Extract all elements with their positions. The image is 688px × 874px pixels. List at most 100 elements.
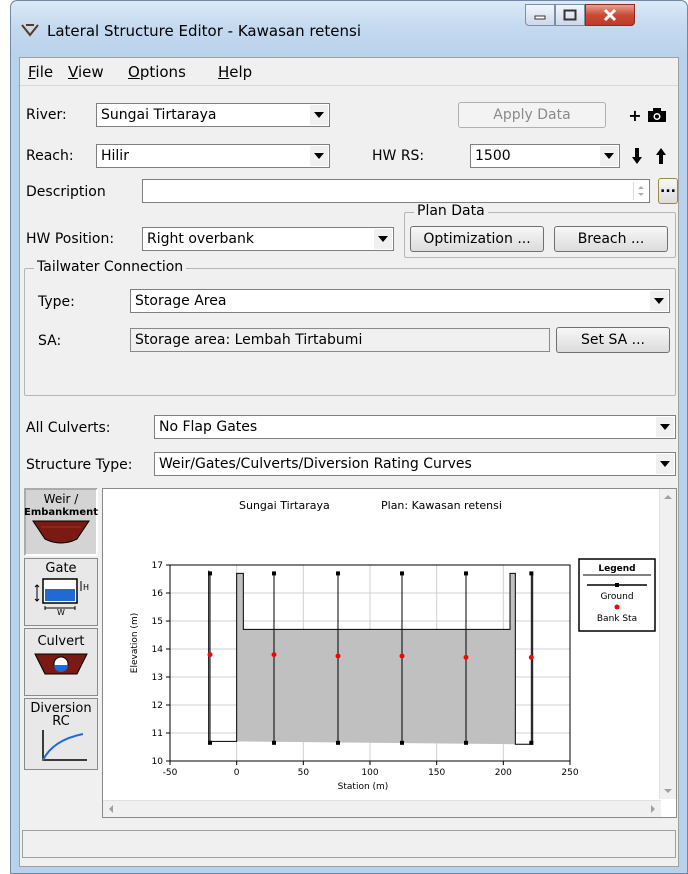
y-tick-label: 11 <box>152 729 163 739</box>
bank-sta-point <box>399 653 405 659</box>
weir-tab-line2: Embankment <box>23 507 99 518</box>
camera-icon[interactable] <box>646 102 668 128</box>
chevron-down-icon[interactable] <box>656 417 674 437</box>
ground-point-bottom <box>529 740 534 745</box>
chevron-down-icon[interactable] <box>374 229 392 249</box>
ground-point-bottom <box>336 740 340 745</box>
ground-point-top <box>529 571 534 576</box>
reach-label: Reach: <box>26 148 74 164</box>
culvert-tab[interactable]: Culvert <box>24 628 98 696</box>
hw-rs-select-value: 1500 <box>475 148 511 164</box>
tailwater-type-select[interactable]: Storage Area <box>130 289 670 313</box>
legend-bank-sta-label: Bank Sta <box>597 614 637 624</box>
gate-tab[interactable]: Gate H W <box>24 558 98 626</box>
arrow-up-icon[interactable] <box>650 143 672 169</box>
window-title: Lateral Structure Editor - Kawasan reten… <box>47 22 362 40</box>
bank-sta-point <box>271 652 277 658</box>
structure-type-label: Structure Type: <box>26 457 133 473</box>
gate-tab-label: Gate <box>45 561 77 576</box>
hw-rs-select[interactable]: 1500 <box>470 144 620 168</box>
bank-sta-point <box>335 653 341 659</box>
chevron-down-icon[interactable] <box>310 105 328 125</box>
plot-vertical-scrollbar[interactable] <box>659 489 676 799</box>
app-icon <box>21 24 39 37</box>
sa-field: Storage area: Lembah Tirtabumi <box>130 328 550 352</box>
arrow-up-glyph <box>656 148 666 164</box>
ground-point-top <box>208 571 212 576</box>
bank-sta-point <box>207 652 213 658</box>
ground-point-bottom <box>272 740 276 745</box>
close-icon <box>603 8 617 22</box>
client-area: File View Options Help River: Sungai Tir… <box>19 57 679 867</box>
arrow-down-icon[interactable] <box>626 143 648 169</box>
plan-data-legend: Plan Data <box>414 203 488 219</box>
description-field[interactable] <box>142 179 650 203</box>
title-bar[interactable]: Lateral Structure Editor - Kawasan reten… <box>11 1 687 57</box>
diversion-rc-tab[interactable]: Diversion RC <box>24 698 98 770</box>
x-tick-label: 100 <box>361 768 378 778</box>
chevron-down-icon[interactable] <box>650 291 668 311</box>
x-tick-label: 50 <box>298 768 310 778</box>
structure-type-select[interactable]: Weir/Gates/Culverts/Diversion Rating Cur… <box>154 452 676 476</box>
scroll-up-icon[interactable] <box>660 489 676 505</box>
diversion-tab-line2: RC <box>52 714 70 729</box>
plot-horizontal-scrollbar[interactable] <box>103 800 661 817</box>
description-spin[interactable] <box>633 182 647 200</box>
ground-point-top <box>336 571 340 576</box>
chart-legend: Legend Ground Bank Sta <box>578 558 656 632</box>
y-tick-label: 13 <box>152 673 163 683</box>
hw-position-select[interactable]: Right overbank <box>142 227 394 251</box>
reach-select[interactable]: Hilir <box>96 144 330 168</box>
menu-file-rest: ile <box>35 63 54 81</box>
camera-glyph <box>648 108 666 122</box>
scroll-down-icon[interactable] <box>660 783 676 799</box>
x-tick-label: 150 <box>428 768 445 778</box>
menu-options[interactable]: Options <box>128 63 186 81</box>
ground-point-bottom <box>400 740 404 745</box>
all-culverts-label: All Culverts: <box>26 420 111 436</box>
river-label: River: <box>26 107 67 123</box>
menu-options-rest: ptions <box>139 63 186 81</box>
minimize-button[interactable] <box>525 4 555 26</box>
y-axis-label: Elevation (m) <box>130 613 140 673</box>
river-select-value: Sungai Tirtaraya <box>101 107 217 123</box>
x-axis-label: Station (m) <box>338 782 389 792</box>
apply-data-button[interactable]: Apply Data <box>458 102 606 128</box>
x-tick-label: 250 <box>561 768 578 778</box>
set-sa-button[interactable]: Set SA ... <box>556 327 670 353</box>
menu-file[interactable]: File <box>28 63 53 81</box>
menu-bar: File View Options Help <box>20 58 678 86</box>
add-icon[interactable]: + <box>624 102 646 128</box>
menu-file-accel: F <box>28 63 36 81</box>
all-culverts-select[interactable]: No Flap Gates <box>154 415 676 439</box>
legend-ground-label: Ground <box>600 592 633 602</box>
menu-view[interactable]: View <box>68 63 104 81</box>
menu-options-accel: O <box>128 63 140 81</box>
maximize-button[interactable] <box>555 4 585 26</box>
menu-view-accel: V <box>68 63 78 81</box>
tailwater-connection-legend: Tailwater Connection <box>34 259 187 275</box>
chevron-down-icon[interactable] <box>310 146 328 166</box>
chevron-down-icon[interactable] <box>656 454 674 474</box>
profile-chart: Sungai Tirtaraya Plan: Kawasan retensi -… <box>130 499 656 792</box>
weir-embankment-tab[interactable]: Weir / Embankment <box>24 488 98 556</box>
close-button[interactable] <box>585 4 635 26</box>
spin-arrows-icon <box>638 186 644 196</box>
gate-icon: H W <box>34 578 89 615</box>
ground-fill <box>236 573 516 745</box>
breach-button[interactable]: Breach ... <box>554 226 668 252</box>
river-select[interactable]: Sungai Tirtaraya <box>96 103 330 127</box>
svg-text:H: H <box>83 583 89 592</box>
menu-help[interactable]: Help <box>218 63 252 81</box>
hw-position-select-value: Right overbank <box>147 231 254 247</box>
scroll-left-icon[interactable] <box>103 801 119 817</box>
y-tick-label: 15 <box>152 617 163 627</box>
rating-curve-icon <box>42 730 87 761</box>
optimization-button[interactable]: Optimization ... <box>410 226 544 252</box>
hw-rs-label: HW RS: <box>372 148 425 164</box>
description-ellipsis-button[interactable]: ... <box>658 178 678 204</box>
arrow-down-glyph <box>632 148 642 164</box>
scroll-right-icon[interactable] <box>645 801 661 817</box>
tailwater-type-value: Storage Area <box>135 293 227 309</box>
chevron-down-icon[interactable] <box>600 146 618 166</box>
